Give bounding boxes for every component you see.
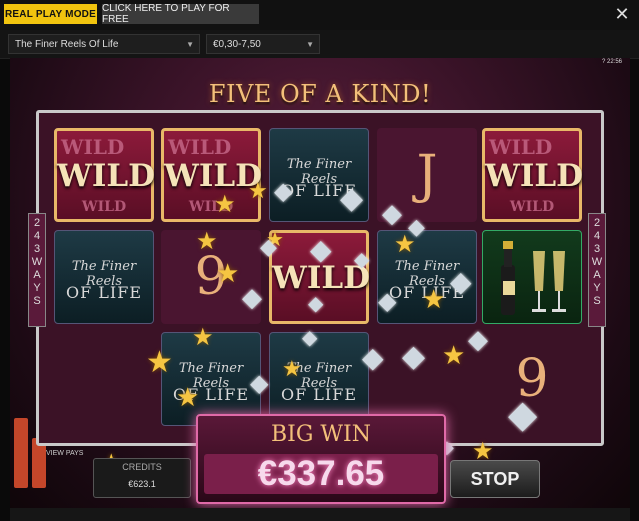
wild-shadow-text: WILD xyxy=(489,135,553,159)
diamond-icon: ◆ xyxy=(274,178,293,205)
diamond-icon: ◆ xyxy=(450,266,472,297)
bet-range-value: €0,30-7,50 xyxy=(213,39,261,50)
play-for-free-button[interactable]: CLICK HERE TO PLAY FOR FREE xyxy=(102,3,259,25)
star-icon: ★ xyxy=(422,284,446,314)
bet-range-select[interactable]: €0,30-7,50 ▼ xyxy=(206,34,320,54)
credits-display: CREDITS €623.1 xyxy=(93,458,191,498)
reel-symbol-wild: WILD WILD WILD xyxy=(161,128,262,222)
ways-char: W xyxy=(591,256,603,268)
star-icon: ★ xyxy=(176,382,200,412)
close-icon[interactable]: ✕ xyxy=(611,3,633,25)
diamond-icon: ◆ xyxy=(302,327,318,349)
ways-char: 3 xyxy=(593,243,601,255)
ways-char: S xyxy=(593,295,601,307)
ways-char: 2 xyxy=(593,217,601,229)
star-icon: ★ xyxy=(442,340,466,370)
ways-char: 4 xyxy=(33,230,41,242)
wild-text: WILD xyxy=(164,158,262,194)
ways-char: A xyxy=(593,269,601,281)
big-win-panel: BIG WIN €337.65 xyxy=(196,414,446,504)
star-icon: ★ xyxy=(196,228,218,255)
star-icon: ★ xyxy=(214,191,236,218)
ways-char: W xyxy=(31,256,43,268)
diamond-icon: ◆ xyxy=(340,182,364,215)
ways-indicator-right: 2 4 3 W A Y S xyxy=(588,213,606,327)
star-icon: ★ xyxy=(248,178,268,203)
diamond-icon: ◆ xyxy=(308,293,324,315)
status-hud: ? 22:56 xyxy=(602,59,622,65)
selector-bar: The Finer Reels Of Life ▼ €0,30-7,50 ▼ xyxy=(0,30,639,59)
diamond-icon: ◆ xyxy=(354,249,370,271)
diamond-icon: ◆ xyxy=(408,214,425,239)
champagne-icon xyxy=(501,241,566,315)
game-select-value: The Finer Reels Of Life xyxy=(15,39,119,50)
star-icon: ★ xyxy=(146,346,173,379)
reel-symbol-logo: The Finer Reels OF LIFE xyxy=(54,230,154,324)
wild-text: WILD xyxy=(485,158,583,194)
credits-label: CREDITS xyxy=(122,462,162,472)
logo-line-2: OF LIFE xyxy=(65,283,143,302)
credits-value: €623.1 xyxy=(128,479,156,489)
diamond-icon: ◆ xyxy=(242,282,262,312)
ways-char: 4 xyxy=(593,230,601,242)
ways-char: 3 xyxy=(33,243,41,255)
diamond-icon: ◆ xyxy=(250,370,269,397)
clock: 22:56 xyxy=(606,59,622,65)
wild-shadow-text: WILD xyxy=(168,135,232,159)
wild-text: WILD xyxy=(272,260,370,296)
top-bar: REAL PLAY MODE CLICK HERE TO PLAY FOR FR… xyxy=(0,0,639,30)
game-select[interactable]: The Finer Reels Of Life ▼ xyxy=(8,34,200,54)
big-win-title: BIG WIN xyxy=(271,422,371,447)
logo-line-2: OF LIFE xyxy=(280,385,358,404)
background-candle xyxy=(14,418,28,488)
bottom-bar xyxy=(10,508,630,521)
chevron-down-icon: ▼ xyxy=(186,40,194,49)
diamond-icon: ◆ xyxy=(382,198,402,228)
chevron-down-icon: ▼ xyxy=(306,40,314,49)
diamond-icon: ◆ xyxy=(508,394,538,436)
win-headline: FIVE OF A KIND! xyxy=(208,80,432,108)
star-icon: ★ xyxy=(282,356,302,381)
star-icon: ★ xyxy=(192,324,214,351)
ways-char: A xyxy=(33,269,41,281)
diamond-icon: ◆ xyxy=(260,234,277,259)
real-play-mode-button[interactable]: REAL PLAY MODE xyxy=(4,4,97,24)
reel-symbol-wild: WILD WILD WILD xyxy=(482,128,583,222)
reel-symbol-champagne xyxy=(482,230,582,324)
reel-symbol-wild: WILD WILD WILD xyxy=(54,128,155,222)
wild-shadow-text: WILD xyxy=(188,199,234,215)
big-win-amount: €337.65 xyxy=(204,454,438,494)
diamond-icon: ◆ xyxy=(362,342,384,373)
star-icon: ★ xyxy=(216,258,240,288)
game-canvas[interactable]: ? 22:56 FIVE OF A KIND! WILD WILD WILD W… xyxy=(10,58,630,521)
stop-button[interactable]: STOP xyxy=(450,460,540,498)
ways-char: Y xyxy=(33,282,41,294)
ways-char: Y xyxy=(593,282,601,294)
ways-char: 2 xyxy=(33,217,41,229)
ways-char: S xyxy=(33,295,41,307)
view-pays-link[interactable]: VIEW PAYS xyxy=(46,450,83,457)
diamond-icon: ◆ xyxy=(310,234,332,265)
diamond-icon: ◆ xyxy=(468,324,488,354)
help-icon[interactable]: ? xyxy=(602,59,605,65)
wild-shadow-text: WILD xyxy=(509,199,555,215)
ways-indicator-left: 2 4 3 W A Y S xyxy=(28,213,46,327)
diamond-icon: ◆ xyxy=(402,340,426,373)
wild-shadow-text: WILD xyxy=(81,199,127,215)
wild-shadow-text: WILD xyxy=(61,135,125,159)
wild-text: WILD xyxy=(57,158,155,194)
diamond-icon: ◆ xyxy=(378,288,397,315)
